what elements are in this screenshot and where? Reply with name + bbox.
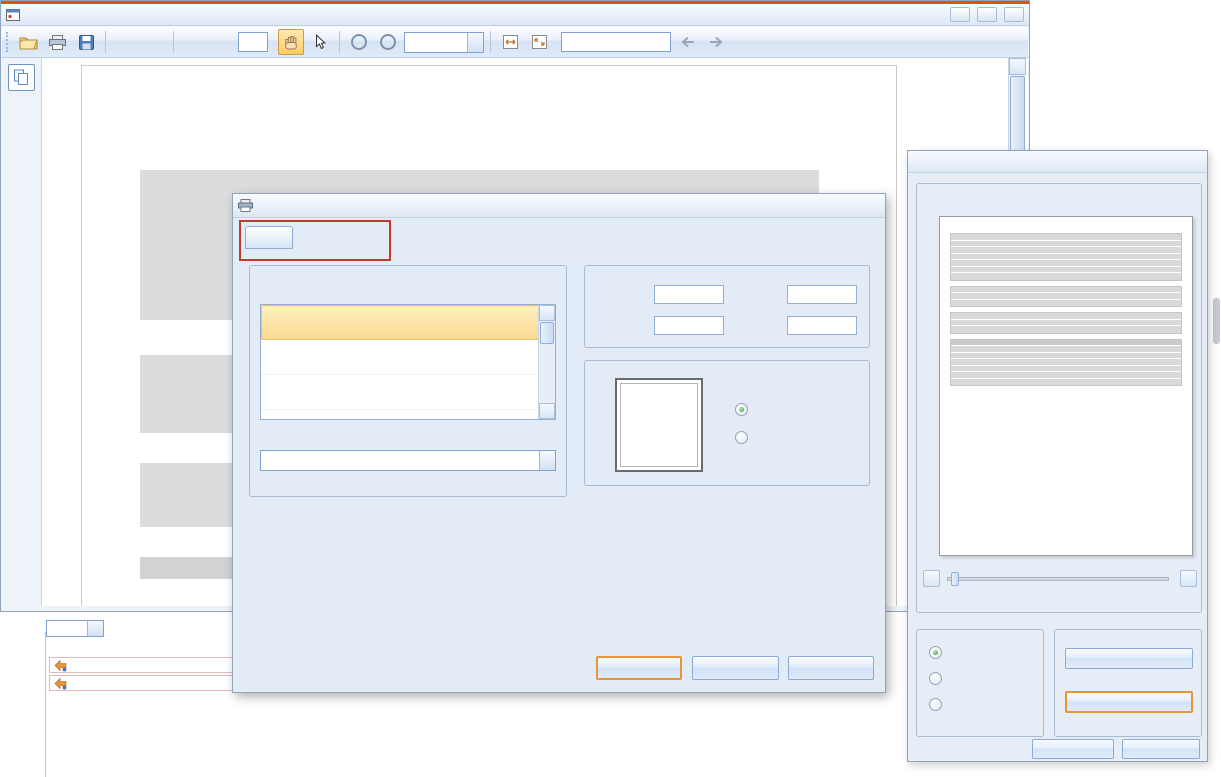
- select-tool-button[interactable]: [307, 29, 333, 55]
- scroll-up-button[interactable]: [1009, 58, 1026, 75]
- toolbar-separator: [490, 31, 491, 53]
- symbol-result-icon: [54, 677, 67, 690]
- scroll-down-button[interactable]: [539, 403, 555, 419]
- next-page-nav-button[interactable]: [1180, 570, 1197, 587]
- undo-button[interactable]: [112, 29, 138, 55]
- paper-size-option-letter[interactable]: [261, 305, 539, 340]
- zoom-in-button[interactable]: [375, 29, 401, 55]
- page-slider-track[interactable]: [947, 577, 1169, 581]
- margins-groupbox: [584, 265, 870, 348]
- print-settings-dialog: [232, 193, 886, 693]
- mini-details-table: [950, 339, 1182, 387]
- page-groupbox: [249, 265, 567, 497]
- page-number-input[interactable]: [238, 32, 268, 52]
- fit-width-button[interactable]: [497, 29, 523, 55]
- next-page-button[interactable]: [209, 29, 235, 55]
- find-result-row[interactable]: [49, 675, 237, 691]
- orientation-portrait-radio[interactable]: [929, 672, 948, 685]
- preview-thumbnail-page: [939, 216, 1193, 556]
- margin-top-input[interactable]: [654, 285, 724, 304]
- mini-summary-table: [950, 312, 1182, 334]
- radio-icon: [929, 646, 942, 659]
- toolbar-separator: [105, 31, 106, 53]
- toolbar-grip[interactable]: [6, 32, 10, 52]
- preview-groupbox: [916, 183, 1202, 613]
- orientation-groupbox: [584, 360, 870, 486]
- cancel-button[interactable]: [1122, 739, 1200, 759]
- mini-event-table: [950, 233, 1182, 281]
- mini-billing-table: [950, 286, 1182, 308]
- redo-button[interactable]: [141, 29, 167, 55]
- minimize-button[interactable]: [950, 7, 970, 22]
- orientation-preview: [615, 378, 703, 472]
- printer-icon: [238, 199, 253, 212]
- pages-icon: [13, 69, 30, 86]
- cancel-button[interactable]: [788, 656, 874, 680]
- print-button[interactable]: [44, 29, 70, 55]
- find-result-row[interactable]: [49, 657, 237, 673]
- page-slider-thumb[interactable]: [951, 572, 959, 586]
- toolbar-separator: [173, 31, 174, 53]
- toolbar-overflow-button[interactable]: [1010, 38, 1024, 46]
- sidebar-panel: [2, 58, 42, 606]
- preview-button[interactable]: [692, 656, 779, 680]
- titlebar[interactable]: [233, 194, 885, 218]
- close-button[interactable]: [1004, 7, 1024, 22]
- thumbnails-panel-button[interactable]: [8, 64, 35, 91]
- find-next-button[interactable]: [703, 29, 729, 55]
- page-scrollbar-fragment[interactable]: [1213, 298, 1220, 344]
- radio-icon: [929, 698, 942, 711]
- chevron-down-icon[interactable]: [539, 451, 555, 470]
- maximize-button[interactable]: [977, 7, 997, 22]
- toolbar-separator: [339, 31, 340, 53]
- zoom-combobox[interactable]: [404, 32, 484, 53]
- paper-size-option-tabloid[interactable]: [261, 340, 539, 375]
- find-input[interactable]: [561, 32, 671, 52]
- paper-size-option-ledger[interactable]: [261, 375, 539, 410]
- save-button[interactable]: [73, 29, 99, 55]
- print-button[interactable]: [596, 656, 682, 680]
- page-source-combobox[interactable]: [260, 450, 556, 471]
- margin-bottom-input[interactable]: [654, 316, 724, 335]
- radio-icon: [735, 431, 748, 444]
- landscape-radio[interactable]: [735, 431, 754, 444]
- zoom-out-button[interactable]: [346, 29, 372, 55]
- print-button[interactable]: [1032, 739, 1114, 759]
- chevron-down-icon[interactable]: [467, 33, 483, 52]
- orientation-landscape-radio[interactable]: [929, 698, 948, 711]
- paper-size-listbox[interactable]: [260, 304, 556, 420]
- previous-page-button[interactable]: [180, 29, 206, 55]
- margin-left-input[interactable]: [787, 285, 857, 304]
- app-icon: [6, 8, 20, 22]
- titlebar[interactable]: [908, 151, 1207, 173]
- listbox-scrollbar[interactable]: [538, 305, 555, 419]
- open-button[interactable]: [15, 29, 41, 55]
- preview-orientation-groupbox: [916, 629, 1044, 737]
- scrollbar-thumb[interactable]: [540, 322, 554, 344]
- main-toolbar: [2, 26, 1028, 58]
- settings-groupbox: [1054, 629, 1202, 737]
- fit-page-button[interactable]: [526, 29, 552, 55]
- tab-paper[interactable]: [245, 226, 293, 249]
- previous-page-nav-button[interactable]: [923, 570, 940, 587]
- pan-tool-button[interactable]: [278, 29, 304, 55]
- paper-size-option-legal[interactable]: [261, 410, 539, 420]
- orientation-auto-radio[interactable]: [929, 646, 948, 659]
- radio-icon: [929, 672, 942, 685]
- margin-right-input[interactable]: [787, 316, 857, 335]
- radio-icon: [735, 403, 748, 416]
- watermark-button[interactable]: [1065, 648, 1193, 669]
- portrait-radio[interactable]: [735, 403, 754, 416]
- scroll-up-button[interactable]: [539, 305, 555, 321]
- print-settings-button[interactable]: [1065, 691, 1193, 713]
- symbol-result-icon: [54, 659, 67, 672]
- print-preview-window: [907, 150, 1208, 762]
- titlebar[interactable]: [1, 4, 1029, 26]
- find-previous-button[interactable]: [674, 29, 700, 55]
